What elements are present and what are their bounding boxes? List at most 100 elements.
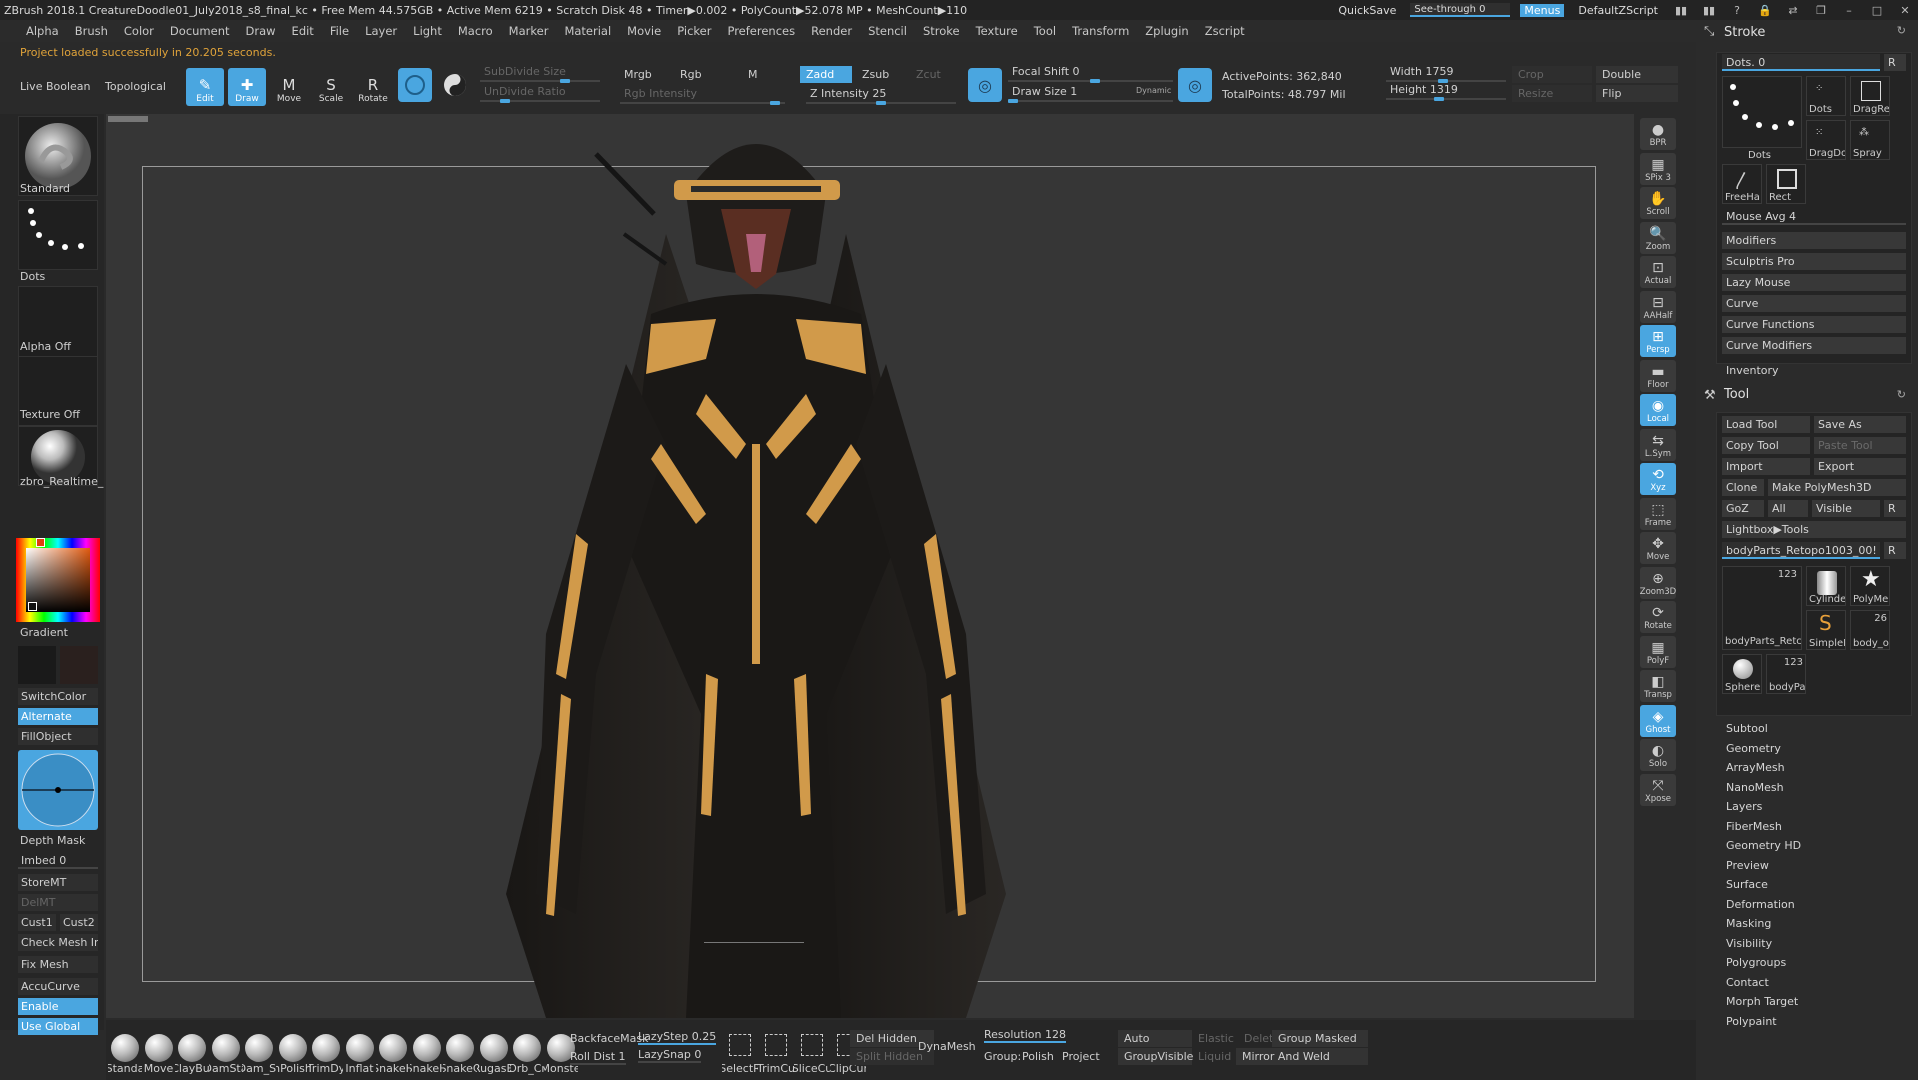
brush-slot-8[interactable]: Inflat (343, 1034, 377, 1075)
trimcu-tool[interactable]: TrimCu (758, 1034, 794, 1075)
gizmo-button[interactable] (438, 68, 472, 102)
group-masked-button[interactable]: Group Masked (1272, 1030, 1368, 1047)
menu-file[interactable]: File (322, 24, 357, 38)
draw-button[interactable]: ✚ Draw (228, 68, 266, 106)
lightbox-tools-button[interactable]: Lightbox▶Tools (1722, 521, 1906, 538)
visibility-subpalette[interactable]: Visibility (1726, 937, 1772, 950)
brush-slot-6[interactable]: hPolish (276, 1034, 310, 1075)
stroke-thumbnail[interactable] (18, 200, 98, 270)
brush-slot-10[interactable]: SnakeH (410, 1034, 444, 1075)
goz-button[interactable]: GoZ (1722, 500, 1764, 517)
project-toggle[interactable]: Project (1062, 1050, 1100, 1063)
menu-picker[interactable]: Picker (669, 24, 719, 38)
inventory-item[interactable]: Inventory (1726, 364, 1779, 377)
spray-stroke-button[interactable]: Spray ⁂ (1850, 120, 1890, 160)
tool-r-button[interactable]: R (1884, 542, 1906, 559)
refresh-icon[interactable]: ↻ (1897, 24, 1906, 37)
active-tool-thumbnail[interactable]: 123 bodyParts_Retc (1722, 566, 1802, 650)
transp-button[interactable]: ◧ Transp (1640, 670, 1676, 702)
aahalf-button[interactable]: ⊟ AAHalf (1640, 290, 1676, 323)
contact-subpalette[interactable]: Contact (1726, 976, 1769, 989)
resize-button[interactable]: Resize (1512, 85, 1592, 102)
goz-all-button[interactable]: All (1768, 500, 1808, 517)
import-button[interactable]: Import (1722, 458, 1810, 475)
zadd-button[interactable]: Zadd (800, 66, 852, 83)
menu-stroke[interactable]: Stroke (915, 24, 968, 38)
menu-color[interactable]: Color (116, 24, 162, 38)
draw-size-button[interactable]: ◎ (1178, 68, 1212, 102)
dynamic-toggle[interactable]: Dynamic (1136, 86, 1171, 95)
switch-color-button[interactable]: SwitchColor (18, 688, 98, 705)
brush-slot-3[interactable]: ClayBui (175, 1034, 209, 1075)
edit-button[interactable]: ✎ Edit (186, 68, 224, 106)
minimize-icon[interactable]: – (1840, 4, 1858, 17)
color-picker[interactable] (16, 538, 100, 622)
arraymesh-subpalette[interactable]: ArrayMesh (1726, 761, 1785, 774)
polyf-button[interactable]: ▦ PolyF (1640, 635, 1676, 668)
use-global-button[interactable]: Use Global (18, 1018, 98, 1035)
load-tool-button[interactable]: Load Tool (1722, 416, 1810, 433)
liquid-toggle[interactable]: Liquid (1198, 1050, 1231, 1063)
fill-object-button[interactable]: FillObject (18, 728, 98, 745)
main-color-swatch[interactable] (18, 646, 56, 684)
zcut-button[interactable]: Zcut (910, 66, 960, 83)
crop-button[interactable]: Crop (1512, 66, 1592, 83)
preview-subpalette[interactable]: Preview (1726, 859, 1769, 872)
subdivide-size-slider[interactable]: SubDivide Size (480, 64, 600, 83)
masking-subpalette[interactable]: Masking (1726, 917, 1771, 930)
curve-subpalette[interactable]: Curve (1722, 295, 1906, 312)
zsub-button[interactable]: Zsub (856, 66, 906, 83)
accucurve-button[interactable]: AccuCurve (18, 978, 98, 995)
polygroups-subpalette[interactable]: Polygroups (1726, 956, 1786, 969)
menu-document[interactable]: Document (162, 24, 238, 38)
scroll-button[interactable]: ✋ Scroll (1640, 187, 1676, 219)
roll-dist-slider[interactable]: Roll Dist 1 (570, 1050, 626, 1065)
geometry-hd-subpalette[interactable]: Geometry HD (1726, 839, 1801, 852)
l-sym-button[interactable]: ⇆ L.Sym (1640, 428, 1676, 461)
modifiers-subpalette[interactable]: Modifiers (1722, 232, 1906, 249)
cust1-button[interactable]: Cust1 (18, 914, 56, 931)
geometry-subpalette[interactable]: Geometry (1726, 742, 1781, 755)
close-icon[interactable]: ✕ (1896, 4, 1914, 17)
menu-light[interactable]: Light (405, 24, 450, 38)
live-boolean-button[interactable]: Live Boolean (20, 80, 91, 93)
store-mt-button[interactable]: StoreMT (18, 874, 98, 891)
del-mt-button[interactable]: DelMT (18, 894, 98, 911)
curve-functions-subpalette[interactable]: Curve Functions (1722, 316, 1906, 333)
menu-tool[interactable]: Tool (1026, 24, 1064, 38)
goz-visible-button[interactable]: Visible (1812, 500, 1880, 517)
enable-button[interactable]: Enable (18, 998, 98, 1015)
xpose-button[interactable]: ⤧ Xpose (1640, 773, 1676, 806)
polymesh-tool-thumbnail[interactable]: ★ PolyMe (1850, 566, 1890, 606)
fibermesh-subpalette[interactable]: FiberMesh (1726, 820, 1782, 833)
bpr-button[interactable]: ● BPR (1640, 118, 1676, 150)
menu-preferences[interactable]: Preferences (719, 24, 803, 38)
persp-button[interactable]: ⊞ Persp (1640, 325, 1676, 357)
lazysnap-slider[interactable]: LazySnap 0 (638, 1048, 702, 1063)
focal-shift-slider[interactable]: Focal Shift 0 (1008, 64, 1173, 83)
swap-icon[interactable]: ⇄ (1784, 4, 1802, 17)
dots-slider[interactable]: Dots. 0 (1722, 54, 1880, 71)
cust2-button[interactable]: Cust2 (60, 914, 98, 931)
group-visible-button[interactable]: GroupVisible (1118, 1048, 1193, 1065)
save-as-button[interactable]: Save As (1814, 416, 1906, 433)
bodyparts-tool-thumbnail[interactable]: 123 bodyPa (1766, 654, 1806, 694)
dots-stroke-button[interactable]: Dots ⁘ (1806, 76, 1846, 116)
subtool-subpalette[interactable]: Subtool (1726, 722, 1768, 735)
lazystep-slider[interactable]: LazyStep 0.25 (638, 1030, 717, 1045)
group-toggle[interactable]: Group: (984, 1050, 1021, 1063)
make-polymesh3d-button[interactable]: Make PolyMesh3D (1768, 479, 1906, 496)
tool-palette-title[interactable]: Tool (1696, 384, 1918, 406)
spix-3-button[interactable]: ▦ SPix 3 (1640, 152, 1676, 185)
menu-alpha[interactable]: Alpha (18, 24, 67, 38)
menu-render[interactable]: Render (803, 24, 860, 38)
brush-slot-4[interactable]: DamSta (209, 1034, 243, 1075)
brush-slot-9[interactable]: SnakeH (376, 1034, 410, 1075)
freehand-stroke-button[interactable]: FreeHa 〳 (1722, 164, 1762, 204)
brush-slot-5[interactable]: Dam_St (242, 1034, 276, 1075)
scale-button[interactable]: S Scale (312, 68, 350, 106)
polypaint-subpalette[interactable]: Polypaint (1726, 1015, 1777, 1028)
export-button[interactable]: Export (1814, 458, 1906, 475)
menu-transform[interactable]: Transform (1064, 24, 1137, 38)
canvas-viewport[interactable] (106, 114, 1634, 1018)
